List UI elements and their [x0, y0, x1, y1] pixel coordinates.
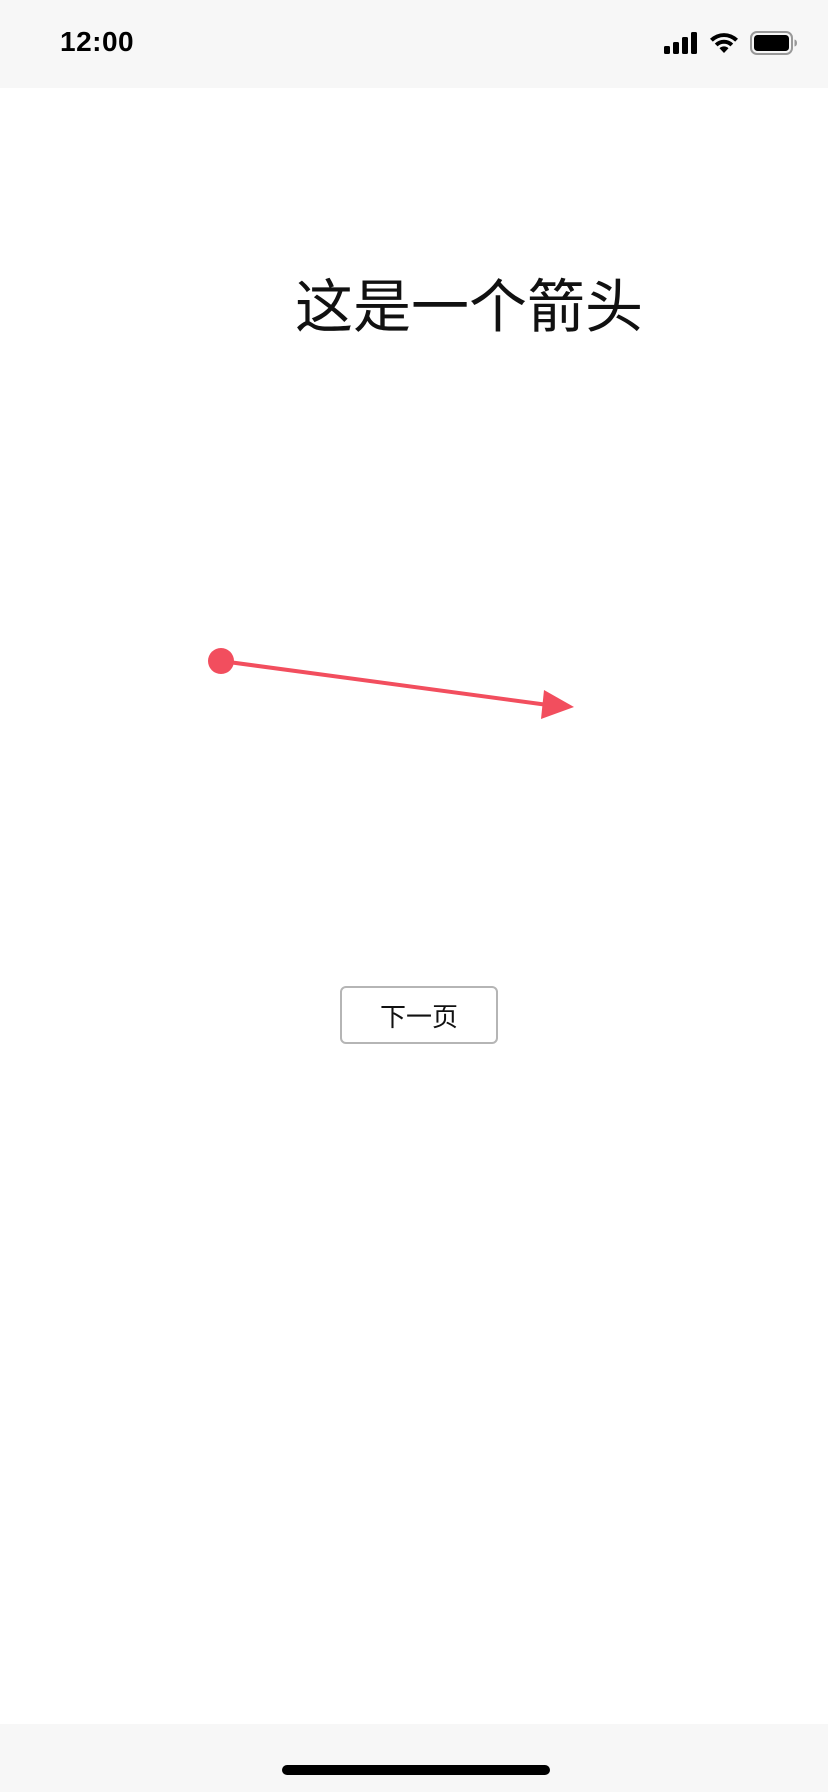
- arrow-start-dot: [208, 648, 234, 674]
- status-icons: [664, 28, 798, 58]
- cellular-signal-icon: [664, 32, 697, 54]
- content-area: 这是一个箭头 下一页: [0, 88, 828, 1724]
- arrow-head: [541, 690, 574, 719]
- arrow-graphic: [208, 648, 574, 719]
- wifi-icon: [710, 33, 738, 53]
- home-indicator[interactable]: [282, 1765, 550, 1775]
- arrow-line: [219, 659, 550, 707]
- status-bar: 12:00: [0, 0, 828, 88]
- home-bar-area: [0, 1724, 828, 1792]
- next-page-button[interactable]: 下一页: [340, 986, 498, 1044]
- battery-icon: [750, 31, 797, 55]
- status-time: 12:00: [60, 26, 135, 57]
